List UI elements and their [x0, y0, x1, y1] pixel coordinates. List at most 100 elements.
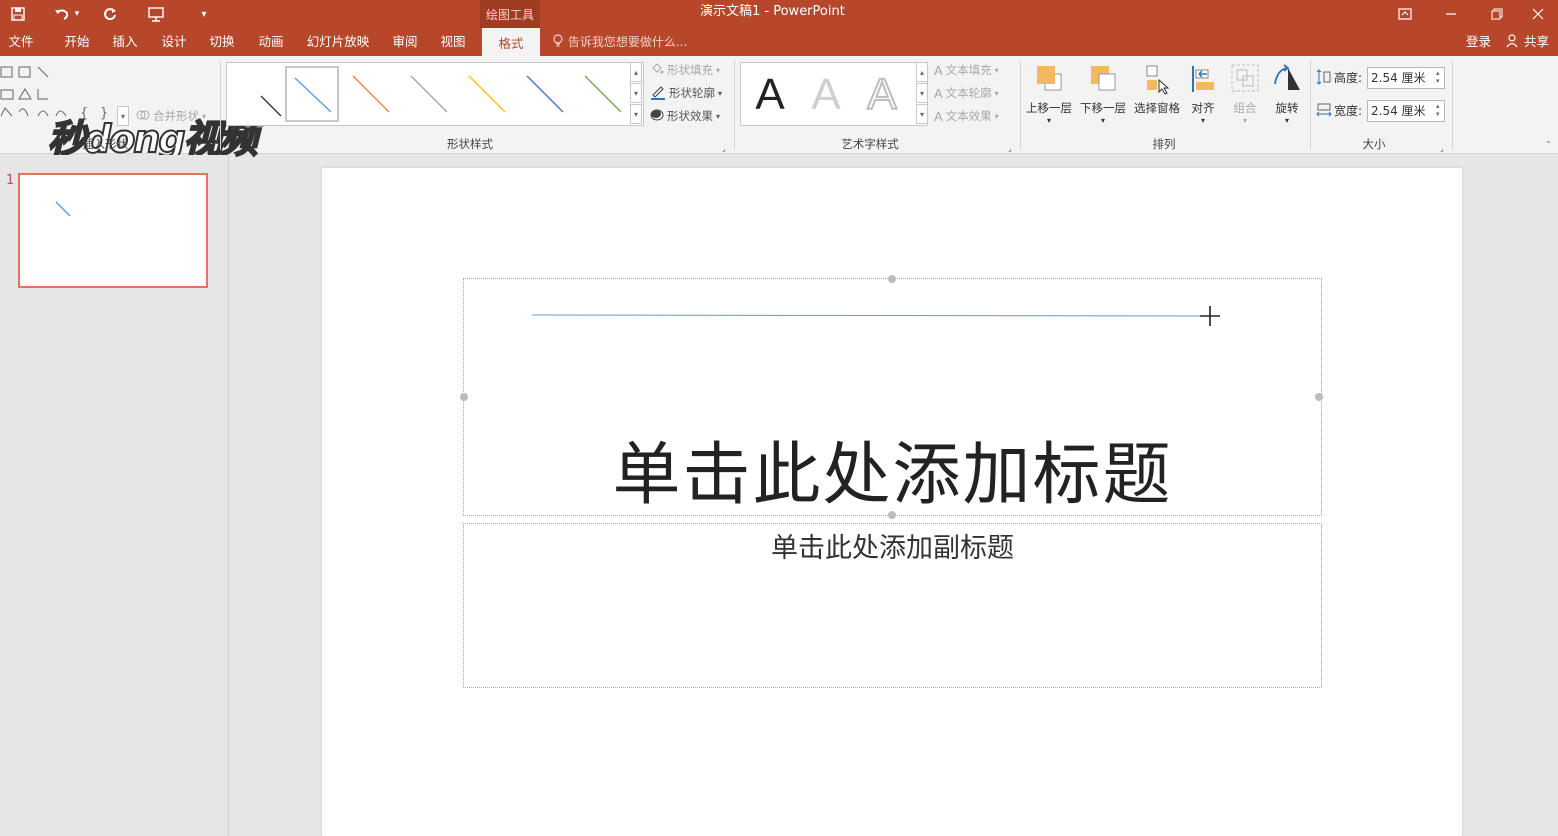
chevron-down-icon: ▾	[1046, 116, 1051, 125]
tab-transitions[interactable]: 切换	[201, 28, 243, 56]
rotate-label: 旋转	[1275, 101, 1299, 115]
collapse-ribbon-icon[interactable]: ˆ	[1546, 136, 1551, 156]
shape-styles-group-label: 形状样式	[447, 137, 493, 151]
ribbon-display-options-icon[interactable]	[1382, 0, 1428, 28]
bring-forward-label: 上移一层	[1026, 101, 1072, 115]
width-input[interactable]: 2.54 厘米	[1367, 100, 1445, 122]
insert-shapes-group-label: 插入形状	[82, 137, 128, 151]
tab-home[interactable]: 开始	[56, 28, 98, 56]
shape-style-item-selected[interactable]	[285, 66, 339, 122]
tab-review[interactable]: 审阅	[384, 28, 426, 56]
chevron-down-icon: ▾	[716, 111, 721, 121]
wordart-scroll-up-icon[interactable]: ▴	[916, 62, 928, 82]
resize-handle[interactable]	[460, 393, 468, 401]
bring-forward-button[interactable]: 上移一层 ▾	[1022, 60, 1076, 130]
shape-effects-button[interactable]: 形状效果 ▾	[650, 106, 720, 126]
paint-bucket-icon	[650, 62, 664, 79]
restore-icon[interactable]	[1474, 0, 1520, 28]
slide-canvas[interactable]: 单击此处添加标题 单击此处添加副标题	[322, 168, 1462, 836]
resize-handle[interactable]	[1315, 393, 1323, 401]
pencil-icon	[650, 84, 666, 103]
chevron-down-icon: ▾	[994, 111, 999, 121]
gallery-scroll-down-icon[interactable]: ▾	[630, 83, 642, 103]
gallery-scroll-up-icon[interactable]: ▴	[630, 62, 642, 82]
minimize-icon[interactable]	[1428, 0, 1474, 28]
repeat-icon[interactable]	[98, 2, 122, 26]
tell-me-box[interactable]: 告诉我您想要做什么...	[552, 28, 687, 56]
shape-outline-label: 形状轮廓	[669, 86, 715, 100]
tab-slide-show[interactable]: 幻灯片放映	[300, 28, 376, 56]
group-objects-icon	[1229, 62, 1261, 96]
group-separator	[1310, 60, 1311, 150]
customize-qat-icon[interactable]: ▾	[192, 2, 216, 26]
shape-effects-label: 形状效果	[667, 109, 713, 123]
shape-fill-button: 形状填充 ▾	[650, 60, 720, 80]
text-outline-label: 文本轮廓	[945, 86, 992, 100]
align-button[interactable]: 对齐 ▾	[1180, 60, 1226, 130]
start-from-beginning-icon[interactable]	[144, 2, 168, 26]
wordart-more-icon[interactable]: ▾	[916, 104, 928, 124]
text-fill-button: A 文本填充 ▾	[934, 60, 999, 80]
slide-thumbnail[interactable]	[18, 173, 208, 288]
wordart-dialog-launcher-icon[interactable]: ⌟	[1008, 138, 1012, 158]
wordart-style-item[interactable]: A	[857, 69, 907, 121]
resize-handle[interactable]	[888, 275, 896, 283]
shape-styles-dialog-launcher-icon[interactable]: ⌟	[722, 138, 726, 158]
share-button[interactable]: 共享	[1506, 28, 1549, 56]
text-outline-button: A 文本轮廓 ▾	[934, 83, 999, 103]
width-spinner[interactable]: ▴ ▾	[1436, 102, 1440, 118]
subtitle-placeholder[interactable]: 单击此处添加副标题	[463, 523, 1322, 688]
chevron-down-icon: ▾	[718, 88, 723, 98]
tab-animations[interactable]: 动画	[250, 28, 292, 56]
tab-design[interactable]: 设计	[153, 28, 195, 56]
rotate-button[interactable]: 旋转 ▾	[1264, 60, 1310, 130]
powerpoint-window: ▾ ▾ 绘图工具 演示文稿1 - PowerPoint 文件 开始 插入 设计 …	[0, 0, 1558, 836]
wordart-styles-gallery[interactable]: A A A	[740, 62, 928, 126]
wordart-style-item[interactable]: A	[801, 69, 851, 121]
wordart-style-item[interactable]: A	[745, 69, 795, 121]
undo-dropdown-icon[interactable]: ▾	[70, 2, 84, 26]
chevron-down-icon: ▾	[1242, 116, 1247, 125]
shape-style-item[interactable]	[403, 66, 457, 122]
chevron-down-icon: ▾	[1100, 116, 1105, 125]
close-icon[interactable]	[1518, 0, 1558, 28]
bring-forward-icon	[1033, 62, 1065, 96]
window-title: 演示文稿1 - PowerPoint	[700, 4, 845, 19]
tab-insert[interactable]: 插入	[104, 28, 146, 56]
group-separator	[734, 60, 735, 150]
group-label: 组合	[1233, 101, 1257, 115]
line-being-drawn	[531, 314, 1203, 317]
slide-thumbnail-pane: 1	[0, 155, 229, 836]
arrange-group-label: 排列	[1152, 137, 1176, 151]
send-backward-icon	[1087, 62, 1119, 96]
shape-style-item[interactable]	[519, 66, 573, 122]
height-spinner[interactable]: ▴ ▾	[1436, 69, 1440, 85]
group-separator	[1452, 60, 1453, 150]
resize-handle[interactable]	[888, 511, 896, 519]
selection-pane-button[interactable]: 选择窗格	[1130, 60, 1184, 130]
ribbon: { } ▾ 合并形状 ▾ 秒dong视频 插入形状 ▴ ▾ ▾ 形状填充 ▾ 形…	[0, 56, 1558, 162]
tab-file[interactable]: 文件	[0, 28, 42, 56]
shape-style-item[interactable]	[345, 66, 399, 122]
shape-style-item[interactable]	[231, 66, 285, 122]
shape-styles-gallery[interactable]	[226, 62, 644, 126]
shape-style-item[interactable]	[577, 66, 631, 122]
shape-outline-button[interactable]: 形状轮廓 ▾	[650, 83, 722, 103]
tab-format[interactable]: 格式	[482, 28, 540, 56]
shape-style-item[interactable]	[461, 66, 515, 122]
save-icon[interactable]	[6, 2, 30, 26]
title-placeholder-text: 单击此处添加标题	[612, 436, 1173, 515]
text-effects-icon: A	[934, 108, 943, 124]
height-input[interactable]: 2.54 厘米	[1367, 67, 1445, 89]
send-backward-button[interactable]: 下移一层 ▾	[1076, 60, 1130, 130]
person-icon	[1506, 34, 1524, 49]
title-bar: ▾ ▾ 绘图工具 演示文稿1 - PowerPoint	[0, 0, 1558, 28]
tab-view[interactable]: 视图	[432, 28, 474, 56]
sign-in-link[interactable]: 登录	[1466, 28, 1491, 56]
size-dialog-launcher-icon[interactable]: ⌟	[1440, 138, 1444, 158]
wordart-scroll-down-icon[interactable]: ▾	[916, 83, 928, 103]
send-backward-label: 下移一层	[1080, 101, 1126, 115]
rotate-icon	[1271, 62, 1303, 96]
gallery-more-icon[interactable]: ▾	[630, 104, 642, 124]
shape-effects-icon	[650, 108, 664, 125]
